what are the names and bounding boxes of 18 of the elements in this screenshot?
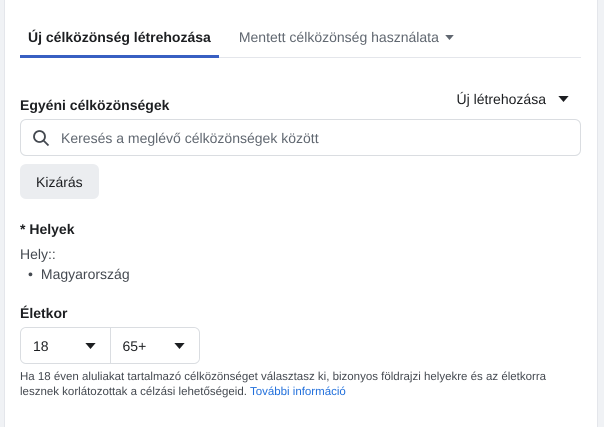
max-age-dropdown[interactable]: 65+ [110,328,199,363]
caret-icon [558,96,569,102]
tab[interactable]: Új célközönség létrehozása [20,29,219,58]
caret-icon [84,342,96,348]
location-item: Magyarország [40,265,130,283]
more-info-link[interactable]: További információ [250,386,346,398]
section-title: Életkor [20,305,68,321]
caret-icon [444,34,454,40]
bullet: • [28,265,33,283]
caret-icon [174,342,185,348]
age-note: Ha 18 éven aluliakat tartalmazó célközönséget választasz ki, bizonyos földrajzi helyekre és az életkorra lesznek korlátozottak a célzási lehetőségeid. További információ [20,370,548,400]
search-field[interactable]: Keresés a meglévő célközönségek között [20,119,581,156]
tab[interactable]: Mentett célközönség használata [230,29,462,58]
exclude-button[interactable]: Kizárás [20,164,99,199]
section-title: Egyéni célközönségek [20,97,170,113]
section-title: * Helyek [20,221,76,237]
create-new-dropdown[interactable]: Új létrehozása [456,91,581,113]
location-label: Hely:: [20,246,57,262]
